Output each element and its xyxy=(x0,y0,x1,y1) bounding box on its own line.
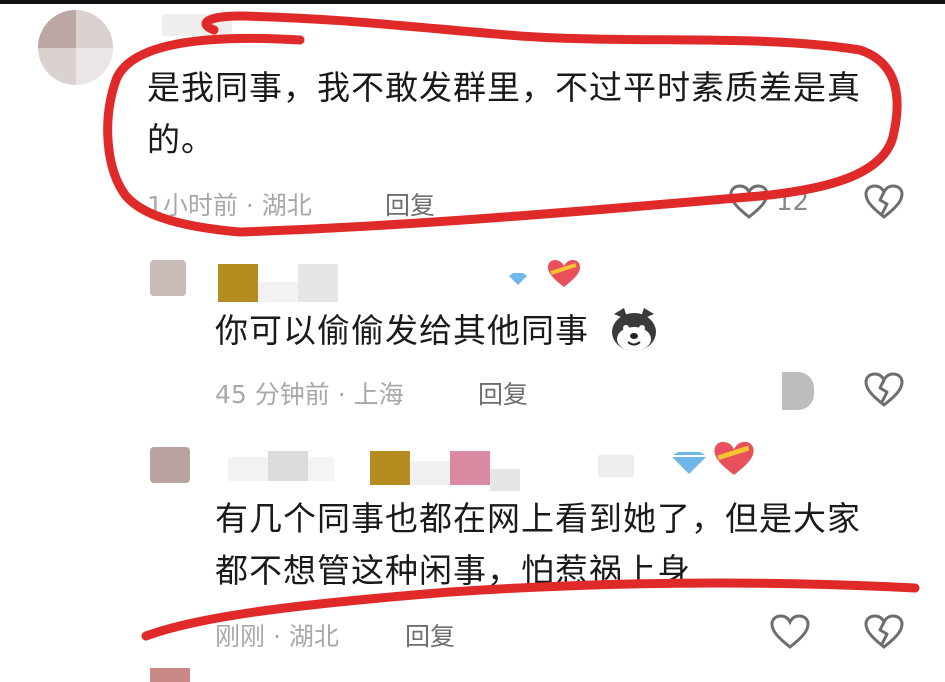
red-underline-annotation xyxy=(141,578,920,641)
red-annotation-layer xyxy=(103,11,920,641)
red-circle-annotation xyxy=(103,11,902,237)
